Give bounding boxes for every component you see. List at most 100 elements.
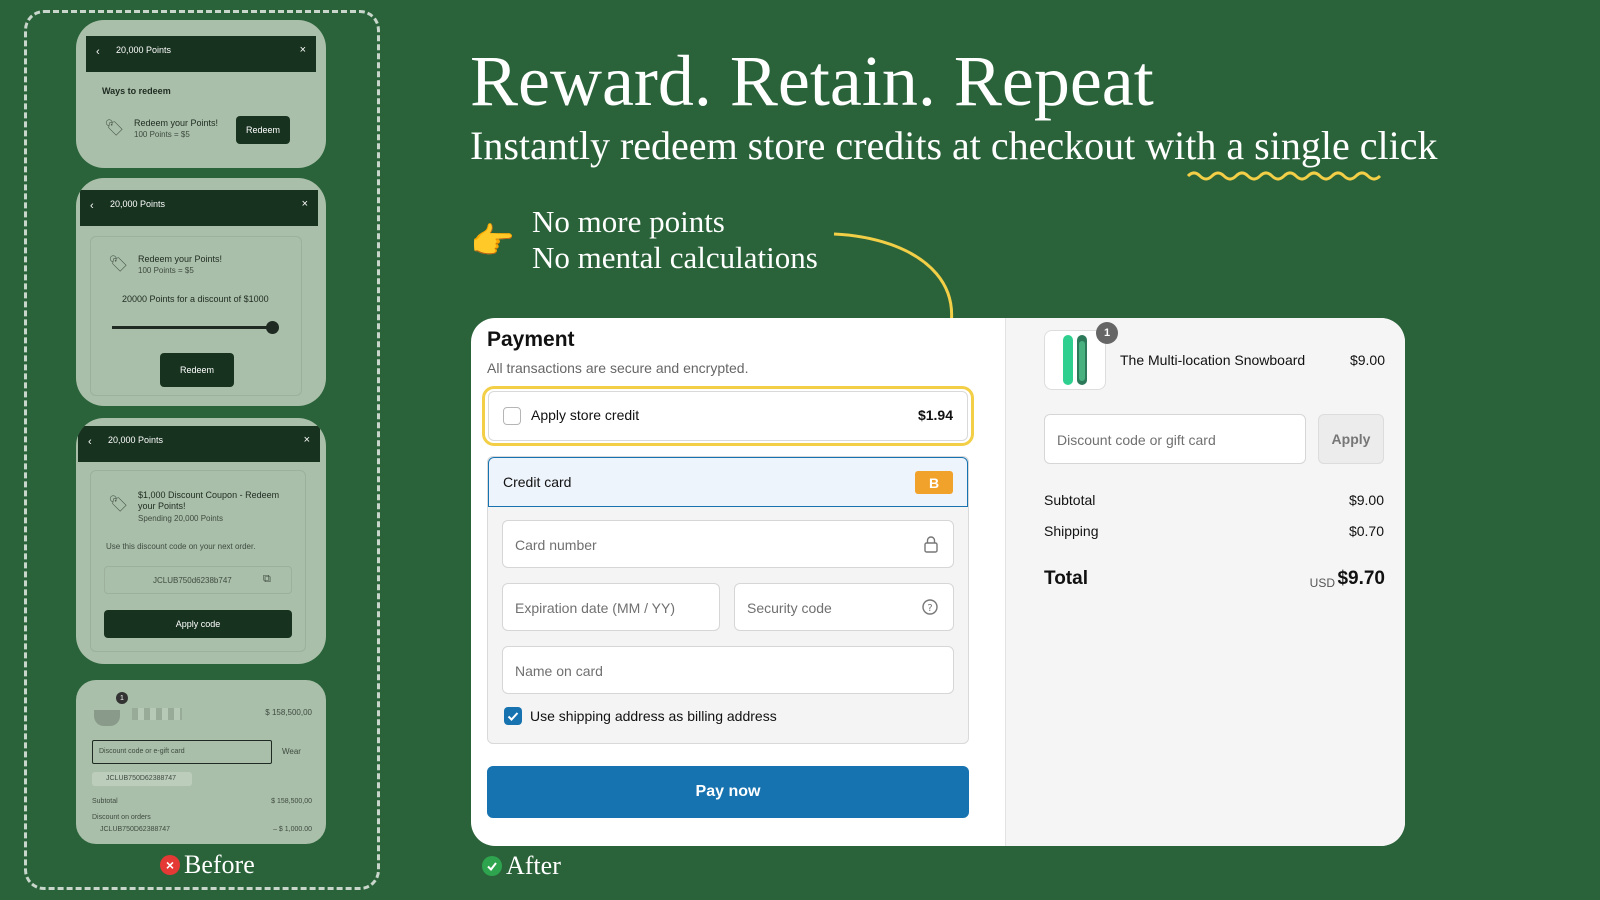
before-caption: × Before (160, 850, 255, 880)
discount-placeholder: Discount code or gift card (1057, 432, 1216, 448)
name-on-card-placeholder: Name on card (515, 663, 603, 679)
card-brand-badge: B (915, 471, 953, 494)
card-number-field[interactable]: Card number (502, 520, 954, 568)
discount-code-input[interactable]: Discount code or gift card (1044, 414, 1306, 464)
discount-label: Discount on orders (92, 814, 151, 821)
tag-icon: 🏷 (108, 496, 129, 513)
bullet-list: No more points No mental calculations (532, 204, 818, 276)
discount-input[interactable]: Discount code or e-gift card (92, 740, 272, 764)
product-price: $ 158,500,00 (265, 708, 312, 717)
before-screen-checkout: 1 $ 158,500,00 Discount code or e-gift c… (76, 680, 326, 844)
points-label: 20,000 Points (110, 199, 166, 209)
before-screen-coupon: ‹ 20,000 Points × 🏷 $1,000 Discount Coup… (76, 418, 326, 664)
shipping-value: $0.70 (1348, 523, 1384, 539)
store-credit-label: Apply store credit (531, 407, 640, 423)
payment-title: Payment (487, 328, 575, 351)
coupon-code: JCLUB750d6238b747 (153, 576, 232, 585)
redeem-button[interactable]: Redeem (160, 353, 234, 387)
subline: Instantly redeem store credits at checko… (470, 123, 1438, 168)
quantity-badge: 1 (1096, 322, 1118, 344)
check-circle-icon (482, 856, 502, 876)
expiration-field[interactable]: Expiration date (MM / YY) (502, 583, 720, 631)
before-label: Before (184, 850, 255, 879)
product-thumbnail (1044, 330, 1106, 390)
checkout-card: Payment All transactions are secure and … (471, 318, 1405, 846)
subtotal-row: Subtotal $9.00 (1044, 492, 1384, 508)
back-icon[interactable]: ‹ (90, 200, 94, 212)
points-slider-thumb[interactable] (266, 321, 279, 334)
back-icon[interactable]: ‹ (96, 46, 100, 58)
apply-button[interactable]: Wear (282, 747, 301, 756)
tag-icon: 🏷 (104, 120, 125, 137)
security-code-placeholder: Security code (747, 600, 832, 616)
subtotal-label: Subtotal (1044, 492, 1096, 508)
copy-icon[interactable]: ⧉ (263, 573, 271, 586)
bullet-no-points: No more points (532, 204, 725, 239)
close-icon[interactable]: × (300, 44, 306, 56)
redeem-rate: 100 Points = $5 (134, 130, 190, 139)
subtotal-value: $ 158,500,00 (271, 798, 312, 805)
applied-code-chip: JCLUB750D62388747 (92, 772, 192, 786)
help-icon[interactable]: ? (921, 598, 939, 616)
subtotal-label: Subtotal (92, 798, 118, 805)
coupon-title: $1,000 Discount Coupon - Redeem your Poi… (138, 490, 280, 511)
mock-header: ‹ 20,000 Points × (78, 426, 320, 462)
headline: Reward. Retain. Repeat (470, 41, 1154, 121)
before-screen-slider: ‹ 20,000 Points × 🏷 Redeem your Points! … (76, 178, 326, 406)
billing-checkbox[interactable] (504, 707, 522, 725)
security-code-field[interactable]: Security code ? (734, 583, 954, 631)
coupon-sub: Spending 20,000 Points (138, 514, 223, 523)
discount-placeholder: Discount code or e-gift card (99, 748, 185, 755)
subtotal-value: $9.00 (1348, 492, 1384, 508)
billing-label: Use shipping address as billing address (530, 708, 777, 724)
mock-header: ‹ 20,000 Points × (86, 36, 316, 72)
discount-value: – $ 1,000.00 (273, 826, 312, 833)
lock-icon (924, 536, 938, 553)
card-number-placeholder: Card number (515, 537, 597, 553)
snowboard-image (1063, 335, 1087, 385)
svg-text:?: ? (927, 603, 932, 614)
discount-code: JCLUB750D62388747 (100, 826, 171, 833)
store-credit-option[interactable]: Apply store credit $1.94 (488, 391, 968, 441)
before-screen-ways-to-redeem: ‹ 20,000 Points × Ways to redeem 🏷 Redee… (76, 20, 326, 168)
credit-card-option[interactable]: Credit card B (488, 457, 968, 507)
shipping-row: Shipping $0.70 (1044, 523, 1384, 539)
ways-heading: Ways to redeem (102, 86, 171, 96)
name-on-card-field[interactable]: Name on card (502, 646, 954, 694)
credit-card-section: Credit card B Card number Expiration dat… (487, 456, 969, 744)
payment-subtitle: All transactions are secure and encrypte… (487, 360, 749, 376)
back-icon[interactable]: ‹ (88, 436, 92, 448)
redeem-rate: 100 Points = $5 (138, 266, 194, 275)
squiggle-underline (1186, 171, 1382, 181)
qty-badge: 1 (116, 692, 128, 704)
after-caption: After (482, 851, 561, 881)
total-value: $9.70 (1337, 568, 1385, 589)
bullet-no-calculations: No mental calculations (532, 240, 818, 275)
order-summary: 1 The Multi-location Snowboard $9.00 Dis… (1005, 318, 1405, 846)
apply-discount-button[interactable]: Apply (1318, 414, 1384, 464)
close-icon[interactable]: × (304, 434, 310, 446)
coupon-hint: Use this discount code on your next orde… (106, 542, 256, 551)
tag-icon: 🏷 (108, 256, 129, 273)
product-name: The Multi-location Snowboard (1120, 352, 1306, 368)
redeem-title: Redeem your Points! (138, 254, 223, 264)
close-icon[interactable]: × (302, 198, 308, 210)
after-label: After (506, 851, 561, 880)
coupon-code-box: JCLUB750d6238b747 ⧉ (104, 566, 292, 594)
total-label: Total (1044, 568, 1088, 589)
discount-text: 20000 Points for a discount of $1000 (122, 294, 269, 304)
check-icon (507, 712, 519, 721)
store-credit-amount: $1.94 (917, 407, 953, 423)
credit-card-label: Credit card (503, 474, 572, 490)
points-label: 20,000 Points (116, 45, 172, 55)
redeem-button[interactable]: Redeem (236, 116, 290, 144)
store-credit-checkbox[interactable] (503, 407, 521, 425)
apply-code-button[interactable]: Apply code (104, 610, 292, 638)
cross-icon: × (160, 855, 180, 875)
points-slider-track[interactable] (112, 326, 272, 329)
product-price: $9.00 (1349, 352, 1385, 368)
pointing-hand-icon: 👉 (470, 220, 515, 261)
mock-header: ‹ 20,000 Points × (80, 190, 318, 226)
applied-code: JCLUB750D62388747 (106, 775, 177, 782)
pay-now-button[interactable]: Pay now (487, 766, 969, 818)
